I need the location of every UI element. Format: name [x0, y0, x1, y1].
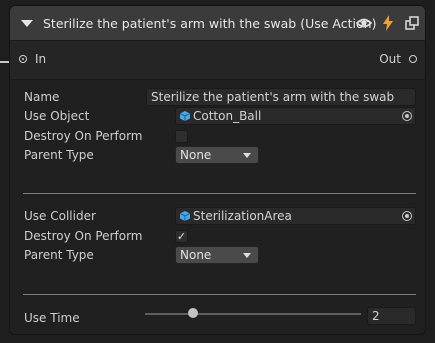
use-collider-value: SterilizationArea: [193, 209, 292, 223]
use-time-number-field[interactable]: 2: [367, 307, 416, 325]
input-port-dot-icon[interactable]: [19, 55, 27, 63]
parent-type-label-2: Parent Type: [24, 248, 94, 262]
output-port-label: Out: [379, 52, 401, 66]
use-time-label: Use Time: [24, 311, 80, 325]
parent-type-value: None: [180, 148, 212, 162]
object-picker-icon[interactable]: [402, 111, 412, 121]
name-field[interactable]: Sterilize the patient's arm with the swa…: [146, 88, 416, 106]
output-port[interactable]: Out: [379, 52, 417, 66]
destroy-on-perform-row: Destroy On Perform: [24, 127, 419, 145]
use-time-slider-handle[interactable]: [187, 308, 198, 318]
section-divider-2: [23, 294, 416, 295]
eye-icon[interactable]: [355, 14, 373, 32]
copy-windows-icon[interactable]: [403, 14, 421, 32]
use-object-value: Cotton_Ball: [193, 109, 262, 123]
input-port[interactable]: In: [19, 52, 46, 66]
section-divider: [23, 193, 416, 194]
dropdown-caret-icon: [243, 153, 251, 158]
parent-type-label: Parent Type: [24, 148, 94, 162]
use-collider-field[interactable]: SterilizationArea: [175, 207, 416, 225]
checkmark-icon: ✓: [176, 230, 187, 243]
parent-type-dropdown[interactable]: None: [175, 146, 259, 164]
dropdown-caret-icon: [243, 253, 251, 258]
object-picker-icon[interactable]: [402, 211, 412, 221]
destroy-on-perform-checkbox[interactable]: [175, 130, 188, 143]
destroy-on-perform-checkbox-2[interactable]: ✓: [175, 230, 188, 243]
use-action-node[interactable]: Sterilize the patient's arm with the swa…: [9, 5, 426, 335]
name-label: Name: [24, 90, 60, 104]
prefab-cube-icon: [180, 211, 190, 221]
use-object-label: Use Object: [24, 109, 90, 123]
collapse-triangle-icon[interactable]: [21, 19, 33, 27]
output-port-dot-icon[interactable]: [409, 55, 417, 63]
destroy-on-perform-label-2: Destroy On Perform: [24, 229, 143, 243]
ports-bar: In Out: [10, 41, 425, 80]
use-time-row: Use Time: [24, 309, 419, 327]
parent-type-dropdown-2[interactable]: None: [175, 246, 259, 264]
prefab-cube-icon: [180, 111, 190, 121]
parent-type-value-2: None: [180, 248, 212, 262]
input-port-label: In: [35, 52, 47, 66]
use-collider-label: Use Collider: [24, 209, 96, 223]
destroy-on-perform-label: Destroy On Perform: [24, 129, 143, 143]
destroy-on-perform-row-2: Destroy On Perform: [24, 227, 419, 245]
use-object-field[interactable]: Cotton_Ball: [175, 107, 416, 125]
lightning-icon[interactable]: [379, 14, 397, 32]
node-header[interactable]: Sterilize the patient's arm with the swa…: [10, 6, 425, 41]
use-time-slider-track[interactable]: [145, 313, 361, 315]
node-title: Sterilize the patient's arm with the swa…: [43, 15, 377, 31]
